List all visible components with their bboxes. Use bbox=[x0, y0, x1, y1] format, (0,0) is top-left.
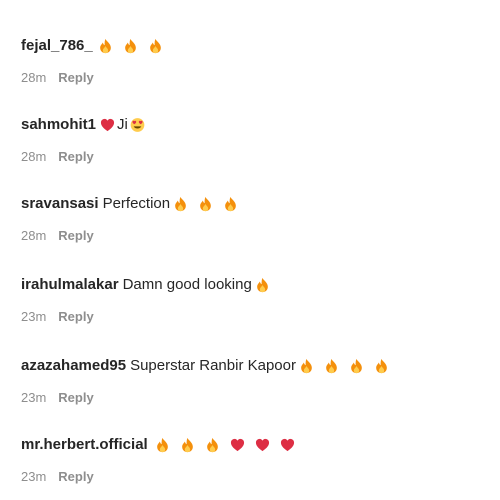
comment-item: sahmohit1 Ji 28m Reply bbox=[21, 115, 491, 165]
fire-icon bbox=[206, 437, 218, 453]
comment-username[interactable]: mr.herbert.official bbox=[21, 435, 148, 455]
comment-item: azazahamed95 Superstar Ranbir Kapoor 23m… bbox=[21, 356, 491, 406]
fire-icon bbox=[351, 358, 362, 374]
comment-line: sahmohit1 Ji bbox=[21, 115, 491, 135]
reply-button[interactable]: Reply bbox=[58, 228, 93, 244]
comment-item: mr.herbert.official 23m Reply bbox=[21, 435, 491, 485]
comment-line: azazahamed95 Superstar Ranbir Kapoor bbox=[21, 356, 491, 376]
comment-line: irahulmalakar Damn good looking bbox=[21, 275, 491, 295]
emoji-group bbox=[98, 38, 163, 54]
comment-meta: 23m Reply bbox=[21, 390, 491, 406]
fire-icon bbox=[256, 277, 268, 293]
comment-timestamp: 23m bbox=[21, 309, 47, 324]
fire-icon bbox=[99, 38, 111, 54]
emoji-group bbox=[255, 277, 270, 293]
reply-button[interactable]: Reply bbox=[58, 70, 93, 86]
fire-icon bbox=[149, 38, 161, 54]
heart-icon bbox=[280, 438, 294, 452]
fire-icon bbox=[225, 196, 236, 212]
heart-icon bbox=[100, 118, 115, 132]
heart-eyes-face-icon bbox=[130, 118, 145, 132]
emoji-group bbox=[173, 196, 238, 212]
comment-text: Damn good looking bbox=[122, 276, 252, 293]
emoji-group bbox=[155, 437, 295, 453]
comment-line: sravansasi Perfection bbox=[21, 194, 491, 214]
comment-timestamp: 28m bbox=[21, 149, 47, 164]
comment-timestamp: 28m bbox=[21, 228, 47, 243]
comment-username[interactable]: sravansasi bbox=[21, 194, 99, 214]
comment-timestamp: 23m bbox=[21, 390, 47, 405]
fire-icon bbox=[175, 196, 186, 212]
comment-item: sravansasi Perfection 28m Reply bbox=[21, 194, 491, 244]
comment-meta: 23m Reply bbox=[21, 469, 491, 485]
comment-line: mr.herbert.official bbox=[21, 435, 491, 455]
fire-icon bbox=[124, 38, 136, 54]
comment-text: Perfection bbox=[102, 195, 171, 212]
comment-meta: 28m Reply bbox=[21, 70, 491, 86]
comment-text: Superstar Ranbir Kapoor bbox=[130, 357, 296, 374]
comment-meta: 28m Reply bbox=[21, 149, 491, 165]
emoji-group bbox=[299, 358, 389, 374]
heart-icon bbox=[230, 438, 244, 452]
fire-icon bbox=[301, 358, 312, 374]
reply-button[interactable]: Reply bbox=[58, 469, 93, 485]
comment-line: fejal_786_ bbox=[21, 36, 491, 56]
heart-icon bbox=[255, 438, 269, 452]
comment-username[interactable]: azazahamed95 bbox=[21, 356, 126, 376]
comment-username[interactable]: irahulmalakar bbox=[21, 275, 119, 295]
comment-meta: 23m Reply bbox=[21, 309, 491, 325]
comment-item: fejal_786_ 28m Reply bbox=[21, 36, 491, 86]
fire-icon bbox=[200, 196, 211, 212]
comment-meta: 28m Reply bbox=[21, 228, 491, 244]
comment-username[interactable]: fejal_786_ bbox=[21, 36, 93, 56]
reply-button[interactable]: Reply bbox=[58, 309, 93, 325]
comment-timestamp: 23m bbox=[21, 469, 47, 484]
comment-username[interactable]: sahmohit1 bbox=[21, 115, 96, 135]
reply-button[interactable]: Reply bbox=[58, 149, 93, 165]
fire-icon bbox=[326, 358, 337, 374]
fire-icon bbox=[376, 358, 387, 374]
comment-timestamp: 28m bbox=[21, 70, 47, 85]
fire-icon bbox=[156, 437, 168, 453]
fire-icon bbox=[181, 437, 193, 453]
reply-button[interactable]: Reply bbox=[58, 390, 93, 406]
comment-text: Ji bbox=[117, 116, 128, 133]
comment-item: irahulmalakar Damn good looking 23m Repl… bbox=[21, 275, 491, 325]
